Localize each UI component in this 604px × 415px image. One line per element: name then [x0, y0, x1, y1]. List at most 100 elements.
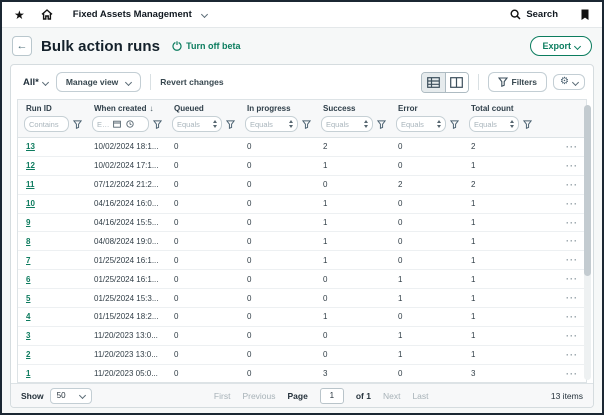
cell-run-id[interactable]: 6 [18, 275, 86, 284]
cell-run-id[interactable]: 11 [18, 180, 86, 189]
column-header-in-progress[interactable]: In progress [239, 100, 315, 114]
cell-run-id[interactable]: 9 [18, 218, 86, 227]
filter-control-queued[interactable]: Equals [172, 116, 222, 132]
cell-run-id[interactable]: 8 [18, 237, 86, 246]
row-actions-button[interactable]: ··· [536, 218, 586, 228]
run-id-link[interactable]: 13 [26, 142, 35, 151]
run-id-link[interactable]: 1 [26, 369, 30, 378]
turn-off-beta-button[interactable]: Turn off beta [172, 41, 240, 51]
revert-changes-button[interactable]: Revert changes [160, 77, 223, 87]
run-id-link[interactable]: 8 [26, 237, 30, 246]
table-row[interactable]: 1210/02/2024 17:1...00101··· [18, 157, 586, 176]
run-id-link[interactable]: 9 [26, 218, 30, 227]
column-header-total-count[interactable]: Total count [463, 100, 536, 114]
filter-input-run-id[interactable] [29, 120, 64, 129]
table-row[interactable]: 804/08/2024 19:0...00101··· [18, 232, 586, 251]
table-row[interactable]: 311/20/2023 13:0...00011··· [18, 327, 586, 346]
cell-run-id[interactable]: 4 [18, 312, 86, 321]
row-actions-button[interactable]: ··· [536, 293, 586, 303]
back-button[interactable]: ← [12, 36, 32, 56]
run-id-link[interactable]: 3 [26, 331, 30, 340]
cell-run-id[interactable]: 3 [18, 331, 86, 340]
page-number-input[interactable] [320, 388, 344, 404]
table-row[interactable]: 1107/12/2024 21:2...00022··· [18, 176, 586, 195]
table-row[interactable]: 1310/02/2024 18:1...00202··· [18, 138, 586, 157]
last-page-button[interactable]: Last [412, 391, 428, 401]
run-id-link[interactable]: 11 [26, 180, 34, 189]
run-id-link[interactable]: 7 [26, 256, 30, 265]
column-header-queued[interactable]: Queued [166, 100, 239, 114]
row-actions-button[interactable]: ··· [536, 369, 586, 379]
table-row[interactable]: 401/15/2024 18:2...00101··· [18, 308, 586, 327]
table-view-button[interactable] [422, 73, 445, 92]
filter-funnel-icon[interactable] [377, 120, 386, 129]
row-actions-button[interactable]: ··· [536, 312, 586, 322]
calendar-icon[interactable] [113, 120, 121, 128]
row-actions-button[interactable]: ··· [536, 161, 586, 171]
manage-view-button[interactable]: Manage view [56, 72, 141, 92]
filter-control-in-progress[interactable]: Equals [245, 116, 298, 132]
filter-control-total-count[interactable]: Equals [469, 116, 519, 132]
export-button[interactable]: Export [530, 36, 592, 56]
run-id-link[interactable]: 5 [26, 294, 30, 303]
run-id-link[interactable]: 4 [26, 312, 30, 321]
star-icon[interactable]: ★ [14, 9, 25, 21]
table-row[interactable]: 501/25/2024 15:3...00011··· [18, 289, 586, 308]
previous-page-button[interactable]: Previous [242, 391, 275, 401]
column-header-run-id[interactable]: Run ID [18, 100, 86, 114]
home-icon[interactable] [41, 9, 53, 20]
row-actions-button[interactable]: ··· [536, 199, 586, 209]
settings-button[interactable]: ⚙ [553, 74, 585, 90]
filter-control-success[interactable]: Equals [321, 116, 373, 132]
row-actions-button[interactable]: ··· [536, 180, 586, 190]
run-id-link[interactable]: 10 [26, 199, 35, 208]
row-actions-button[interactable]: ··· [536, 350, 586, 360]
filters-button[interactable]: Filters [488, 72, 548, 92]
table-row[interactable]: 211/20/2023 13:0...00011··· [18, 346, 586, 365]
filter-control-run-id[interactable] [24, 116, 69, 132]
filter-funnel-icon[interactable] [73, 120, 82, 129]
row-actions-button[interactable]: ··· [536, 255, 586, 265]
column-header-success[interactable]: Success [315, 100, 390, 114]
run-id-link[interactable]: 6 [26, 275, 30, 284]
next-page-button[interactable]: Next [383, 391, 400, 401]
cell-run-id[interactable]: 13 [18, 142, 86, 151]
first-page-button[interactable]: First [214, 391, 231, 401]
filter-control-when-created[interactable]: Equals [92, 116, 149, 132]
filter-funnel-icon[interactable] [153, 120, 162, 129]
run-id-link[interactable]: 2 [26, 350, 30, 359]
cell-run-id[interactable]: 12 [18, 161, 86, 170]
table-row[interactable]: 601/25/2024 16:1...00011··· [18, 270, 586, 289]
cell-run-id[interactable]: 5 [18, 294, 86, 303]
cell-run-id[interactable]: 2 [18, 350, 86, 359]
column-header-when-created[interactable]: When created↓ [86, 100, 166, 114]
row-actions-button[interactable]: ··· [536, 142, 586, 152]
board-view-button[interactable] [445, 73, 468, 92]
clock-icon[interactable] [126, 120, 134, 128]
cell-run-id[interactable]: 7 [18, 256, 86, 265]
table-row[interactable]: 1004/16/2024 16:0...00101··· [18, 195, 586, 214]
table-row[interactable]: 701/25/2024 16:1...00101··· [18, 251, 586, 270]
filter-control-error[interactable]: Equals [396, 116, 446, 132]
scrollbar-thumb[interactable] [584, 105, 591, 276]
filter-funnel-icon[interactable] [523, 120, 532, 129]
cell-run-id[interactable]: 1 [18, 369, 86, 378]
row-actions-button[interactable]: ··· [536, 331, 586, 341]
cell-total-count: 1 [463, 294, 536, 303]
table-row[interactable]: 904/16/2024 15:5...00101··· [18, 214, 586, 233]
chevron-down-icon[interactable] [201, 11, 208, 18]
page-size-select[interactable]: 50 [50, 388, 92, 404]
row-actions-button[interactable]: ··· [536, 236, 586, 246]
cell-run-id[interactable]: 10 [18, 199, 86, 208]
view-selector[interactable]: All* [23, 77, 48, 88]
filter-funnel-icon[interactable] [226, 120, 235, 129]
table-row[interactable]: 111/20/2023 05:0...00303··· [18, 365, 586, 382]
vertical-scrollbar[interactable] [584, 105, 591, 380]
row-actions-button[interactable]: ··· [536, 274, 586, 284]
column-header-error[interactable]: Error [390, 100, 463, 114]
bookmark-icon[interactable] [580, 9, 590, 21]
run-id-link[interactable]: 12 [26, 161, 35, 170]
filter-funnel-icon[interactable] [450, 120, 459, 129]
search-button[interactable]: Search [510, 9, 558, 20]
filter-funnel-icon[interactable] [302, 120, 311, 129]
